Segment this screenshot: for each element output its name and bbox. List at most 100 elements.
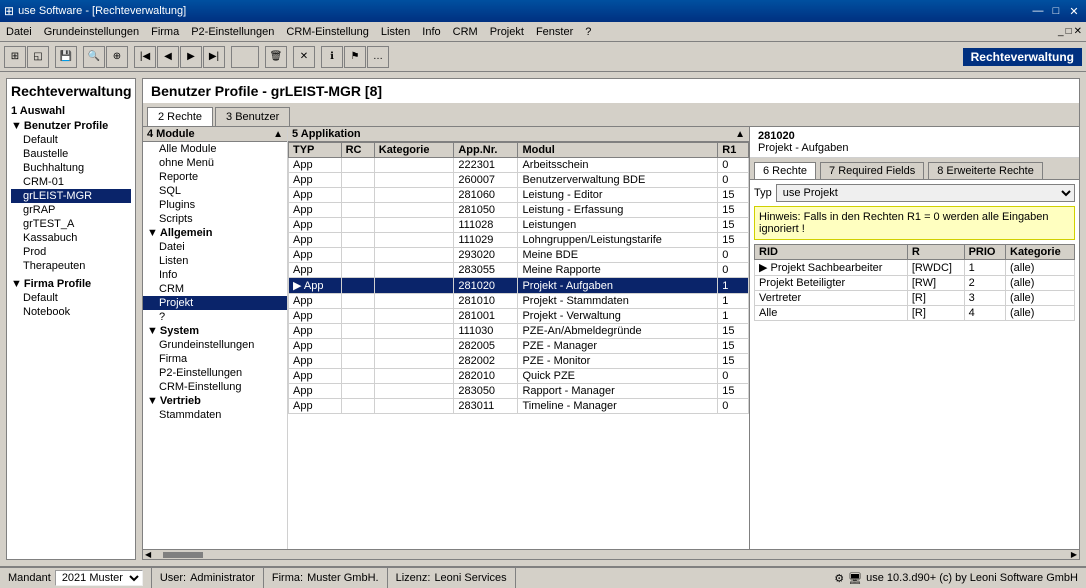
app-table-row[interactable]: App 111028 Leistungen 15 (289, 218, 749, 233)
menu-datei[interactable]: Datei (0, 22, 38, 41)
menu-projekt[interactable]: Projekt (484, 22, 530, 41)
menu-info[interactable]: Info (416, 22, 446, 41)
rights-table-row[interactable]: Projekt Beteiligter[RW]2(alle) (755, 276, 1075, 291)
tree-item-baustelle[interactable]: Baustelle (11, 147, 131, 161)
toolbar-min-icon[interactable]: _ (1058, 26, 1064, 37)
restore-button[interactable]: □ (1048, 4, 1064, 18)
toolbar-btn-search1[interactable]: 🔍 (83, 46, 105, 68)
menu-p2einstellungen[interactable]: P2-Einstellungen (185, 22, 280, 41)
toolbar-btn-first[interactable]: |◀ (134, 46, 156, 68)
app-table-row[interactable]: App 260007 Benutzerverwaltung BDE 0 (289, 173, 749, 188)
app-table-row[interactable]: App 111030 PZE-An/Abmeldegründe 15 (289, 324, 749, 339)
minimize-button[interactable]: — (1030, 4, 1046, 18)
menu-listen[interactable]: Listen (375, 22, 416, 41)
menu-fenster[interactable]: Fenster (530, 22, 579, 41)
app-table-row[interactable]: ▶ App 281020 Projekt - Aufgaben 1 (289, 278, 749, 294)
module-stammdaten[interactable]: Stammdaten (143, 408, 287, 422)
toolbar-btn-blank[interactable] (231, 46, 259, 68)
module-listen[interactable]: Listen (143, 254, 287, 268)
app-table-row[interactable]: App 282005 PZE - Manager 15 (289, 339, 749, 354)
app-table-row[interactable]: App 281001 Projekt - Verwaltung 1 (289, 309, 749, 324)
rights-table-row[interactable]: Alle[R]4(alle) (755, 306, 1075, 321)
app-table-row[interactable]: App 282010 Quick PZE 0 (289, 369, 749, 384)
module-projekt[interactable]: Projekt (143, 296, 287, 310)
mandant-dropdown[interactable]: 2021 Muster (55, 570, 143, 586)
module-scripts[interactable]: Scripts (143, 212, 287, 226)
module-ohne-menu[interactable]: ohne Menü (143, 156, 287, 170)
module-p2einstellungen[interactable]: P2-Einstellungen (143, 366, 287, 380)
module-info[interactable]: Info (143, 268, 287, 282)
toolbar-btn-info[interactable]: ℹ (321, 46, 343, 68)
module-group-vertrieb[interactable]: ▼ Vertrieb (143, 394, 287, 408)
tree-item-grrap[interactable]: grRAP (11, 203, 131, 217)
rights-table-row[interactable]: ▶ Projekt Sachbearbeiter[RWDC]1(alle) (755, 260, 1075, 276)
app-table-row[interactable]: App 282002 PZE - Monitor 15 (289, 354, 749, 369)
module-crm[interactable]: CRM (143, 282, 287, 296)
tree-firma-profile[interactable]: ▼ Firma Profile (11, 277, 131, 291)
tree-item-default2[interactable]: Default (11, 291, 131, 305)
right-tab-required[interactable]: 7 Required Fields (820, 162, 924, 179)
toolbar-btn-search2[interactable]: ⊕ (106, 46, 128, 68)
module-grundeinstellungen[interactable]: Grundeinstellungen (143, 338, 287, 352)
module-firma[interactable]: Firma (143, 352, 287, 366)
app-table-row[interactable]: App 283011 Timeline - Manager 0 (289, 399, 749, 414)
typ-select[interactable]: use Projekt (776, 184, 1075, 202)
app-table-row[interactable]: App 293020 Meine BDE 0 (289, 248, 749, 263)
menu-grundeinstellungen[interactable]: Grundeinstellungen (38, 22, 145, 41)
tab-benutzer[interactable]: 3 Benutzer (215, 107, 290, 126)
toolbar-btn-last[interactable]: ▶| (203, 46, 225, 68)
applikation-scroll-up[interactable]: ▲ (735, 129, 745, 140)
tree-item-therapeuten[interactable]: Therapeuten (11, 259, 131, 273)
scroll-left-btn[interactable]: ◀ (143, 550, 153, 559)
rights-table-row[interactable]: Vertreter[R]3(alle) (755, 291, 1075, 306)
app-table-row[interactable]: App 283050 Rapport - Manager 15 (289, 384, 749, 399)
tree-item-prod[interactable]: Prod (11, 245, 131, 259)
bottom-scrollbar[interactable]: ◀ ▶ (142, 550, 1080, 560)
module-alle-module[interactable]: Alle Module (143, 142, 287, 156)
right-tab-rechte[interactable]: 6 Rechte (754, 162, 816, 179)
module-crmeinstellung[interactable]: CRM-Einstellung (143, 380, 287, 394)
tree-item-kassabuch[interactable]: Kassabuch (11, 231, 131, 245)
rights-cell-prio: 3 (964, 291, 1005, 306)
toolbar-btn-3[interactable]: 💾 (55, 46, 77, 68)
right-tab-erweiterte[interactable]: 8 Erweiterte Rechte (928, 162, 1043, 179)
menu-crmeinstellung[interactable]: CRM-Einstellung (280, 22, 375, 41)
module-qmark[interactable]: ? (143, 310, 287, 324)
scroll-right-btn[interactable]: ▶ (1069, 550, 1079, 559)
module-plugins[interactable]: Plugins (143, 198, 287, 212)
menu-crm[interactable]: CRM (447, 22, 484, 41)
toolbar-btn-delete[interactable]: 🗑 (265, 46, 287, 68)
app-table-row[interactable]: App 281050 Leistung - Erfassung 15 (289, 203, 749, 218)
app-table-row[interactable]: App 281060 Leistung - Editor 15 (289, 188, 749, 203)
tree-item-notebook[interactable]: Notebook (11, 305, 131, 319)
toolbar-btn-x[interactable]: ✕ (293, 46, 315, 68)
module-group-system[interactable]: ▼ System (143, 324, 287, 338)
app-table-row[interactable]: App 283055 Meine Rapporte 0 (289, 263, 749, 278)
tree-item-default1[interactable]: Default (11, 133, 131, 147)
tab-rechte[interactable]: 2 Rechte (147, 107, 213, 126)
toolbar-btn-flag[interactable]: ⚑ (344, 46, 366, 68)
toolbar-restore-icon[interactable]: □ (1066, 26, 1072, 37)
toolbar-btn-next[interactable]: ▶ (180, 46, 202, 68)
module-reporte[interactable]: Reporte (143, 170, 287, 184)
tree-item-buchhaltung[interactable]: Buchhaltung (11, 161, 131, 175)
app-table-row[interactable]: App 111029 Lohngruppen/Leistungstarife 1… (289, 233, 749, 248)
menu-help[interactable]: ? (579, 22, 597, 41)
close-button[interactable]: ✕ (1066, 4, 1082, 18)
menu-firma[interactable]: Firma (145, 22, 185, 41)
module-group-allgemein[interactable]: ▼ Allgemein (143, 226, 287, 240)
toolbar-close-icon[interactable]: ✕ (1074, 26, 1082, 37)
app-table-row[interactable]: App 222301 Arbeitsschein 0 (289, 158, 749, 173)
module-datei[interactable]: Datei (143, 240, 287, 254)
tree-item-grleist-mgr[interactable]: grLEIST-MGR (11, 189, 131, 203)
module-sql[interactable]: SQL (143, 184, 287, 198)
app-table-row[interactable]: App 281010 Projekt - Stammdaten 1 (289, 294, 749, 309)
tree-item-crm01[interactable]: CRM-01 (11, 175, 131, 189)
module-scroll-up[interactable]: ▲ (273, 129, 283, 140)
tree-benutzer-profile[interactable]: ▼ Benutzer Profile (11, 119, 131, 133)
tree-item-grtest-a[interactable]: grTEST_A (11, 217, 131, 231)
toolbar-btn-1[interactable]: ⊞ (4, 46, 26, 68)
toolbar-btn-2[interactable]: ◱ (27, 46, 49, 68)
toolbar-btn-prev[interactable]: ◀ (157, 46, 179, 68)
toolbar-btn-more[interactable]: … (367, 46, 389, 68)
